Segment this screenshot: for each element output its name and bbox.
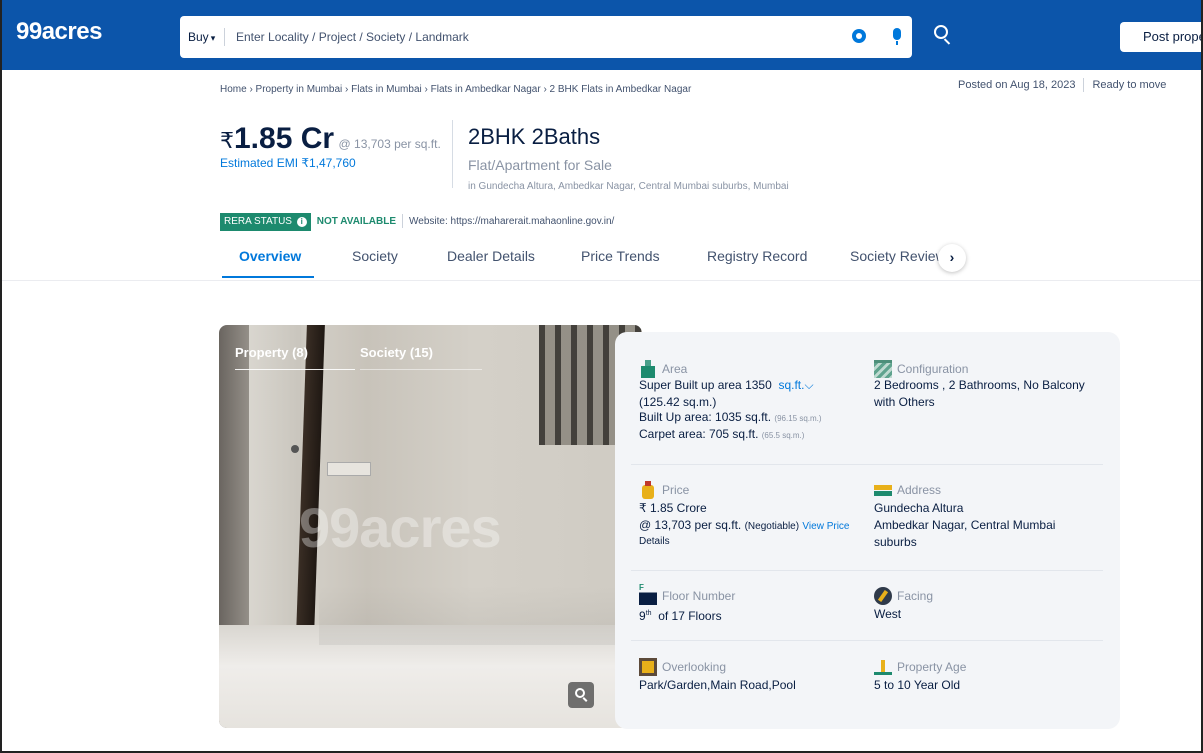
built-up-area: Built Up area: 1035 sq.ft. — [639, 410, 772, 424]
configuration-icon — [874, 360, 892, 378]
search-divider — [224, 28, 225, 46]
active-tab-indicator — [222, 276, 314, 278]
area-icon — [639, 360, 657, 378]
carpet-area: Carpet area: 705 sq.ft. — [639, 427, 759, 441]
chevron-right-icon[interactable]: › — [938, 244, 966, 272]
stairs-icon — [639, 583, 657, 605]
posted-info: Posted on Aug 18, 2023 Ready to move — [958, 78, 1166, 92]
microphone-icon[interactable] — [893, 28, 901, 45]
unit-dropdown[interactable]: sq.ft.⌵ — [778, 378, 813, 392]
view-price-details-link[interactable]: View Price — [802, 521, 849, 532]
window-icon — [639, 658, 657, 676]
rera-not-available: NOT AVAILABLE — [316, 216, 397, 227]
price-block: ₹1.85 Cr @ 13,703 per sq.ft. — [220, 122, 441, 156]
top-header: 99acres Buy ▾ Enter Locality / Project / … — [2, 0, 1201, 70]
page: 99acres Buy ▾ Enter Locality / Project / … — [0, 0, 1203, 753]
divider — [452, 120, 453, 188]
location-icon[interactable] — [852, 29, 866, 43]
signpost-icon — [874, 481, 892, 499]
search-bar[interactable]: Buy ▾ Enter Locality / Project / Society … — [180, 16, 912, 58]
zoom-button[interactable] — [568, 682, 594, 708]
chevron-down-icon: ▾ — [210, 33, 216, 43]
bhk-title: 2BHK 2Baths — [468, 124, 601, 149]
chevron-down-icon: ⌵ — [804, 378, 814, 392]
search-input[interactable]: Enter Locality / Project / Society / Lan… — [236, 30, 469, 44]
search-icon — [934, 25, 948, 39]
buy-dropdown[interactable]: Buy ▾ — [188, 30, 215, 44]
price-tag-icon — [639, 481, 657, 499]
gallery-tab-society[interactable]: Society (15) — [360, 345, 433, 360]
tabs-divider — [2, 280, 1201, 281]
tab-price-trends[interactable]: Price Trends — [581, 248, 660, 264]
property-type: Flat/Apartment for Sale — [468, 157, 612, 173]
buy-label: Buy — [188, 30, 209, 44]
rera-website: Website: https://maharerait.mahaonline.g… — [409, 216, 615, 227]
tab-overview[interactable]: Overview — [239, 248, 301, 264]
super-built-up-area: Super Built up area 1350 — [639, 378, 772, 392]
posted-date: Posted on Aug 18, 2023 — [958, 78, 1076, 91]
price-per-sqft: @ 13,703 per sq.ft. — [338, 137, 441, 151]
property-location: in Gundecha Altura, Ambedkar Nagar, Cent… — [468, 181, 789, 192]
tab-dealer-details[interactable]: Dealer Details — [447, 248, 535, 264]
photo-door — [249, 325, 301, 655]
search-button[interactable] — [928, 20, 958, 50]
rera-tag[interactable]: RERA STATUS i — [220, 213, 311, 231]
tab-registry-record[interactable]: Registry Record — [707, 248, 807, 264]
post-property-button[interactable]: Post proper — [1120, 22, 1201, 52]
photo-gallery[interactable]: 99acres Property (8) Society (15) — [219, 325, 642, 728]
tab-society[interactable]: Society — [352, 248, 398, 264]
watermark-logo: 99acres — [299, 496, 502, 559]
property-details-card: Area Super Built up area 1350 sq.ft.⌵ (1… — [615, 332, 1120, 729]
gallery-tab-property[interactable]: Property (8) — [235, 345, 308, 360]
price: ₹1.85 Cr — [220, 122, 335, 155]
logo[interactable]: 99acres — [16, 18, 102, 46]
rera-status: RERA STATUS i NOT AVAILABLE Website: https… — [220, 213, 620, 231]
info-icon[interactable]: i — [296, 217, 307, 227]
building-age-icon — [874, 658, 892, 676]
emi-link[interactable]: Estimated EMI ₹1,47,760 — [220, 156, 356, 170]
breadcrumb[interactable]: Home › Property in Mumbai › Flats in Mum… — [220, 84, 691, 95]
compass-icon — [874, 587, 892, 605]
possession-status: Ready to move — [1092, 78, 1167, 91]
